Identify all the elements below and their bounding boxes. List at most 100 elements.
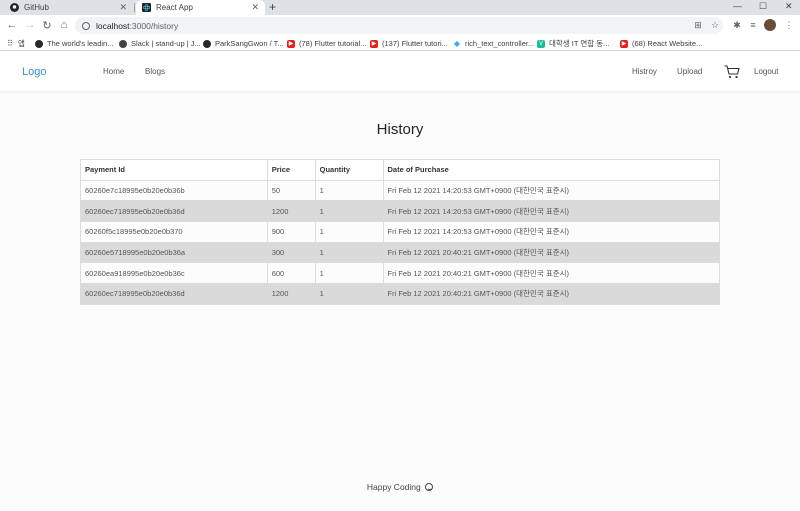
history-table: Payment Id Price Quantity Date of Purcha… [80,159,721,305]
nav-home-link[interactable]: Home [103,67,124,76]
new-tab-button[interactable]: + [269,0,276,14]
tab-strip: GitHub ✕ React App ✕ + — ☐ ✕ [0,0,800,15]
table-row: 60260f5c18995e0b20e0b370 900 1 Fri Feb 1… [80,221,721,243]
cart-icon[interactable] [724,65,740,79]
menu-kebab-icon[interactable]: ⋮ [783,19,795,31]
quantity-cell: 1 [314,283,384,305]
column-header: Price [266,159,316,181]
table-row: 60260ec718995e0b20e0b36d 1200 1 Fri Feb … [80,283,721,305]
profile-avatar[interactable] [764,19,776,31]
reload-icon[interactable]: ↻ [40,18,54,32]
tab-github[interactable]: GitHub ✕ [4,0,133,15]
table-row: 60260ea918995e0b20e0b36c 600 1 Fri Feb 1… [80,262,721,285]
date-cell: Fri Feb 12 2021 20:40:21 GMT+0900 (대한민국 … [382,283,721,305]
bookmark-item[interactable]: Slack | stand-up | J... [119,38,201,49]
github-icon [35,39,43,48]
site-info-icon[interactable] [82,21,90,30]
nav-history-link[interactable]: Histroy [632,67,657,76]
tab-title: React App [156,3,193,12]
price-cell: 600 [266,262,316,285]
price-cell: 50 [266,179,316,202]
bookmark-item[interactable]: The world's leadin... [35,38,113,49]
logout-link[interactable]: Logout [754,67,778,76]
logo-link[interactable]: Logo [22,66,46,78]
payment-id-cell: 60260e5718995e0b20e0b36a [80,241,268,264]
close-tab-icon[interactable]: ✕ [251,2,259,13]
tab-title: GitHub [24,3,49,12]
youtube-icon: ▶ [620,39,628,48]
bookmark-star-icon[interactable]: ☆ [709,19,721,31]
price-cell: 1200 [266,200,316,223]
nav-upload-link[interactable]: Upload [677,67,702,76]
bookmark-apps[interactable]: ⠿ 앱 [6,38,25,49]
page-viewport: Logo Home Blogs Histroy Upload Logout Hi… [0,52,800,511]
url-path: :3000/history [129,20,179,31]
footer-text: Happy Coding [366,482,421,492]
url-host: localhost [96,20,130,31]
v-icon: V [537,39,545,48]
youtube-icon: ▶ [370,39,378,48]
quantity-cell: 1 [314,179,384,202]
react-icon [142,3,151,12]
price-cell: 300 [266,241,316,264]
flutter-icon: ◆ [453,39,461,48]
quantity-cell: 1 [314,241,384,264]
column-header: Quantity [314,159,384,181]
table-row: 60260e5718995e0b20e0b36a 300 1 Fri Feb 1… [80,241,721,264]
close-tab-icon[interactable]: ✕ [119,2,127,13]
bookmark-label: 앱 [18,39,25,48]
smile-icon [425,483,434,491]
date-cell: Fri Feb 12 2021 20:40:21 GMT+0900 (대한민국 … [382,241,721,264]
column-header: Payment Id [80,159,268,181]
address-bar[interactable]: localhost:3000/history [75,17,723,34]
bookmark-item[interactable]: ▶ (68) React Website... [620,38,702,49]
quantity-cell: 1 [314,221,384,243]
page-title: History [376,121,424,138]
minimize-icon[interactable]: — [733,0,742,12]
github-icon [10,3,19,12]
nav-blogs-link[interactable]: Blogs [145,67,165,76]
tab-react-app[interactable]: React App ✕ [136,0,265,15]
home-icon[interactable]: ⌂ [57,18,71,32]
table-row: 60260ec718995e0b20e0b36d 1200 1 Fri Feb … [80,200,721,223]
payment-id-cell: 60260f5c18995e0b20e0b370 [80,221,268,243]
forward-icon[interactable]: → [23,18,37,32]
tab-divider [134,3,135,12]
bookmark-label: (137) Flutter tutori... [382,39,448,48]
extensions-icon[interactable]: ✱ [731,19,743,31]
bookmark-label: 대학생 IT 연합 동... [549,39,610,48]
quantity-cell: 1 [314,200,384,223]
bookmark-item[interactable]: ◆ rich_text_controller... [453,38,534,49]
payment-id-cell: 60260ec718995e0b20e0b36d [80,200,268,223]
payment-id-cell: 60260ea918995e0b20e0b36c [80,262,268,285]
price-cell: 900 [266,221,316,243]
bookmarks-bar: ⠿ 앱 The world's leadin... Slack | stand-… [0,36,800,51]
quantity-cell: 1 [314,262,384,285]
price-cell: 1200 [266,283,316,305]
page-footer: Happy Coding [0,482,800,492]
date-cell: Fri Feb 12 2021 14:20:53 GMT+0900 (대한민국 … [382,200,721,223]
apps-icon: ⠿ [7,39,13,48]
date-cell: Fri Feb 12 2021 14:20:53 GMT+0900 (대한민국 … [382,221,721,243]
bookmark-item[interactable]: V 대학생 IT 연합 동... [537,38,609,49]
back-icon[interactable]: ← [5,18,19,32]
date-cell: Fri Feb 12 2021 14:20:53 GMT+0900 (대한민국 … [382,179,721,202]
payment-id-cell: 60260e7c18995e0b20e0b36b [80,179,268,202]
bookmark-label: (68) React Website... [632,39,703,48]
column-header: Date of Purchase [382,159,721,181]
reading-list-icon[interactable]: ≡ [747,19,759,31]
translate-icon[interactable]: ⊞ [692,19,704,31]
bookmark-label: The world's leadin... [47,39,114,48]
bookmark-label: ParkSangGwon / T... [215,39,284,48]
bookmark-label: (78) Flutter tutorial... [299,39,367,48]
bookmark-item[interactable]: ▶ (78) Flutter tutorial... [287,38,367,49]
maximize-icon[interactable]: ☐ [759,0,767,12]
table-row: 60260e7c18995e0b20e0b36b 50 1 Fri Feb 12… [80,179,721,202]
bookmark-item[interactable]: ▶ (137) Flutter tutori... [370,38,448,49]
date-cell: Fri Feb 12 2021 20:40:21 GMT+0900 (대한민국 … [382,262,721,285]
bookmark-item[interactable]: ParkSangGwon / T... [203,38,284,49]
close-window-icon[interactable]: ✕ [785,0,793,12]
slack-icon [119,39,127,48]
bookmark-label: Slack | stand-up | J... [131,39,201,48]
bookmark-label: rich_text_controller... [465,39,535,48]
